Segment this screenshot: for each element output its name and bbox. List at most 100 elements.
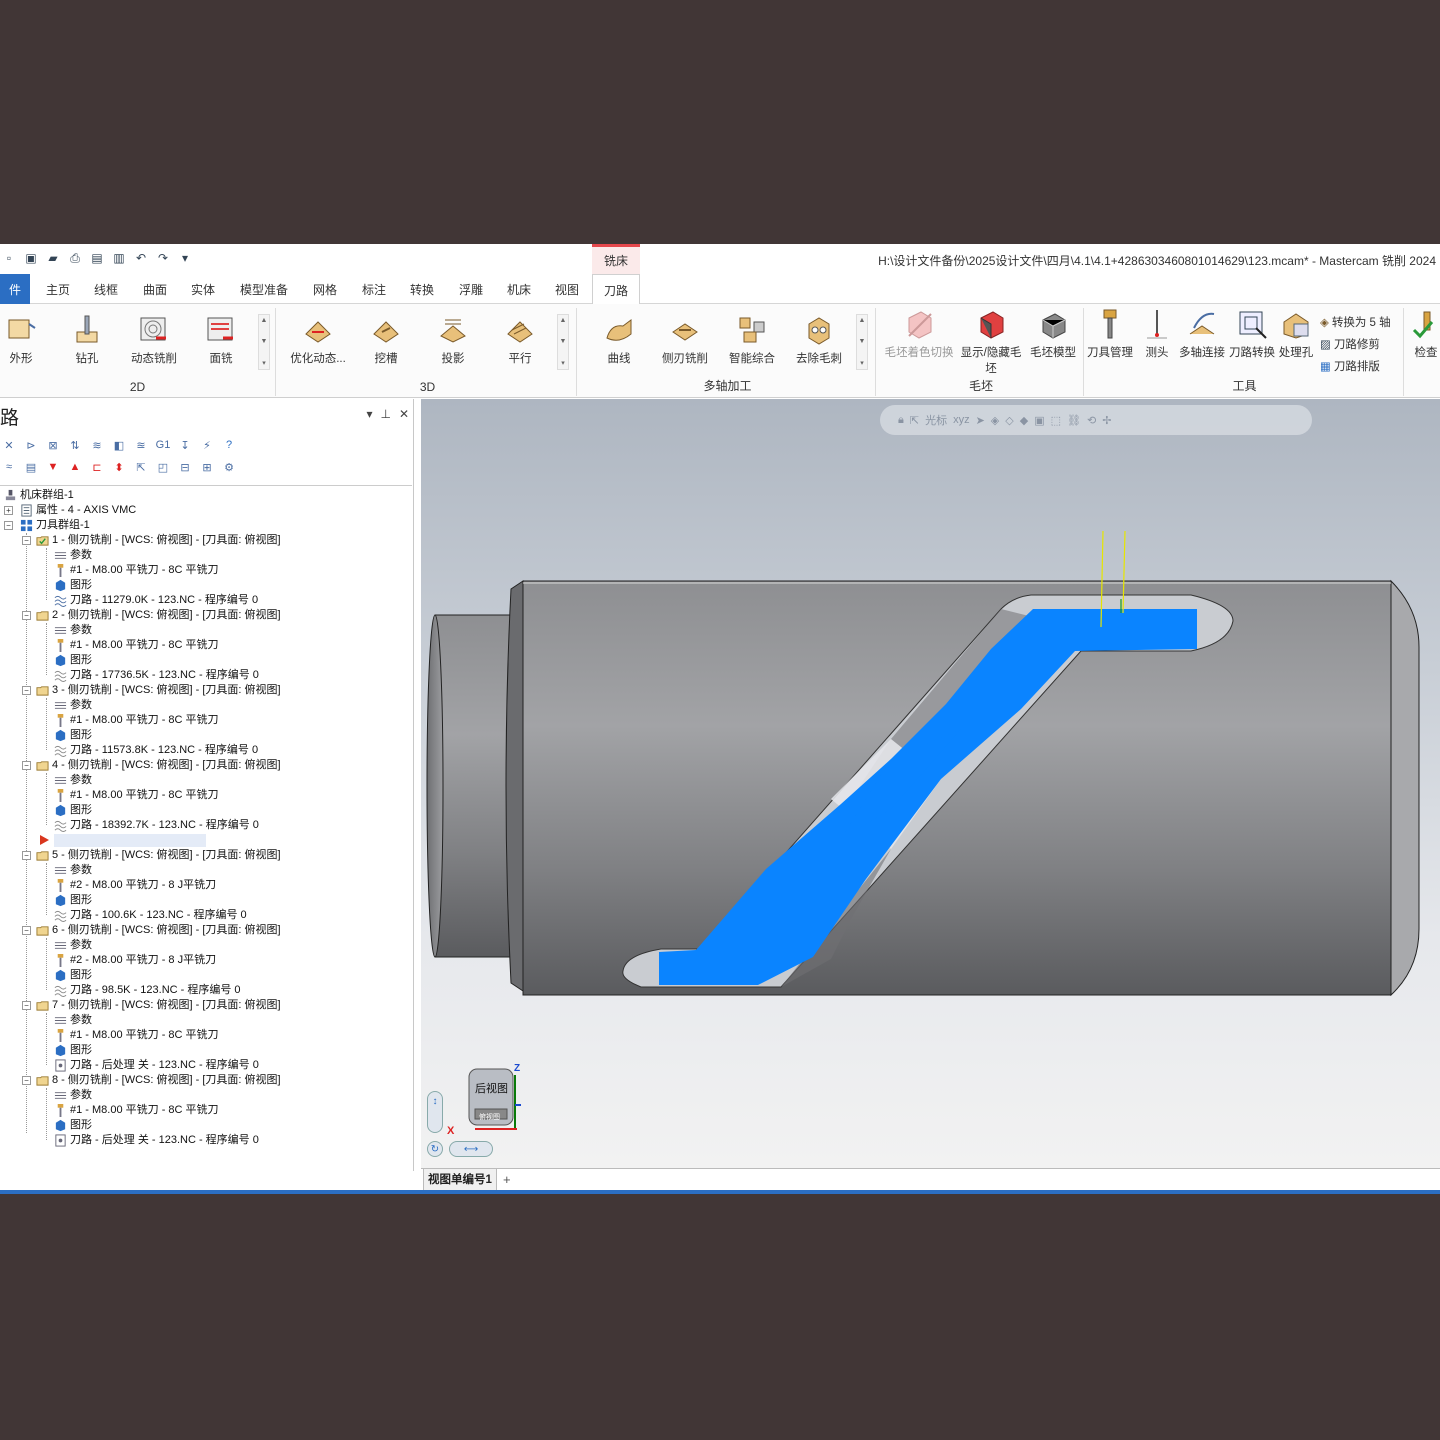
- geometry-node[interactable]: 图形: [54, 578, 92, 593]
- toolpath-node[interactable]: 刀路 - 100.6K - 123.NC - 程序编号 0: [54, 908, 247, 923]
- tab-transform[interactable]: 转换: [408, 274, 436, 304]
- swarf-button[interactable]: 侧刃铣削: [654, 314, 716, 366]
- gallery-scroll-3d[interactable]: ▲ ▼ ▾: [557, 314, 569, 370]
- collapse-op[interactable]: −: [22, 611, 31, 620]
- merge-icon[interactable]: ▥: [110, 250, 128, 266]
- expand-properties[interactable]: +: [4, 506, 13, 515]
- trim-toolpath-button[interactable]: ▨ 刀路修剪: [1320, 336, 1380, 352]
- toolgroup-node[interactable]: 刀具群组-1: [20, 518, 90, 533]
- drill-button[interactable]: 钻孔: [56, 314, 118, 366]
- show-hide-stock-button[interactable]: 显示/隐藏毛坯: [955, 308, 1027, 376]
- tool-node[interactable]: #1 - M8.00 平铣刀 - 8C 平铣刀: [54, 788, 219, 803]
- graphics-viewport[interactable]: 🔒︎ ⇱ 光标 xyz ➤ ◈ ◇ ◆ ▣ ⬚ ⛓ ⟲ ✢ 后视图 俯视图 Z …: [421, 399, 1440, 1168]
- post-icon[interactable]: ↧: [176, 437, 194, 453]
- view-cube[interactable]: 后视图 俯视图 Z X: [447, 1063, 521, 1137]
- geometry-node[interactable]: 图形: [54, 968, 92, 983]
- save-as-icon[interactable]: ▤: [88, 250, 106, 266]
- tab-machine[interactable]: 机床: [505, 274, 533, 304]
- viewsheet-tab[interactable]: 视图单编号1: [423, 1169, 497, 1191]
- settings-icon[interactable]: ⚙: [220, 459, 238, 475]
- tool-node[interactable]: #2 - M8.00 平铣刀 - 8 J平铣刀: [54, 878, 216, 893]
- undo-icon[interactable]: ↶: [132, 250, 150, 266]
- panel-menu-icon[interactable]: ▾: [366, 407, 372, 421]
- tab-home[interactable]: 主页: [44, 274, 72, 304]
- tab-mesh[interactable]: 网格: [311, 274, 339, 304]
- tool-node[interactable]: #1 - M8.00 平铣刀 - 8C 平铣刀: [54, 1028, 219, 1043]
- toolpath-node[interactable]: 刀路 - 17736.5K - 123.NC - 程序编号 0: [54, 668, 259, 683]
- toolpath-node[interactable]: 刀路 - 后处理 关 - 123.NC - 程序编号 0: [54, 1058, 259, 1073]
- regenerate-dirty-icon[interactable]: ⇅: [66, 437, 84, 453]
- toolpath-display-icon[interactable]: ⊞: [198, 459, 216, 475]
- collapse-op[interactable]: −: [22, 926, 31, 935]
- properties-node[interactable]: 属性 - 4 - AXIS VMC: [20, 503, 136, 518]
- toolpath-node[interactable]: 刀路 - 18392.7K - 123.NC - 程序编号 0: [54, 818, 259, 833]
- tool-node[interactable]: #1 - M8.00 平铣刀 - 8C 平铣刀: [54, 713, 219, 728]
- optimized-dynamic-button[interactable]: 优化动态...: [287, 314, 349, 366]
- tab-file[interactable]: 件: [0, 274, 30, 304]
- geometry-node[interactable]: 图形: [54, 803, 92, 818]
- parameters-node[interactable]: 参数: [54, 1088, 92, 1103]
- face-mill-button[interactable]: 面铣: [190, 314, 252, 366]
- parameters-node[interactable]: 参数: [54, 1013, 92, 1028]
- deburr-button[interactable]: 去除毛刺: [788, 314, 850, 366]
- operation-node[interactable]: 2 - 侧刃铣削 - [WCS: 俯视图] - [刀具面: 俯视图]: [36, 608, 281, 623]
- curve-button[interactable]: 曲线: [588, 314, 650, 366]
- tab-view[interactable]: 视图: [553, 274, 581, 304]
- geometry-node[interactable]: 图形: [54, 1118, 92, 1133]
- operation-node[interactable]: 7 - 侧刃铣削 - [WCS: 俯视图] - [刀具面: 俯视图]: [36, 998, 281, 1013]
- operation-node[interactable]: 4 - 侧刃铣削 - [WCS: 俯视图] - [刀具面: 俯视图]: [36, 758, 281, 773]
- collapse-op[interactable]: −: [22, 1076, 31, 1085]
- save-icon[interactable]: ▣: [22, 250, 40, 266]
- select-op-icon[interactable]: ⇱: [132, 459, 150, 475]
- check-button[interactable]: 检查: [1406, 308, 1440, 360]
- highfeed-icon[interactable]: ⚡: [198, 437, 216, 453]
- select-all-icon[interactable]: ✕: [0, 437, 18, 453]
- process-holes-button[interactable]: 处理孔: [1272, 308, 1320, 360]
- tab-model-prep[interactable]: 模型准备: [238, 274, 290, 304]
- parameters-node[interactable]: 参数: [54, 548, 92, 563]
- lock-icon[interactable]: ▤: [22, 459, 40, 475]
- parameters-node[interactable]: 参数: [54, 698, 92, 713]
- backplot-icon[interactable]: ≊: [132, 437, 150, 453]
- customize-qat-icon[interactable]: ▾: [176, 250, 194, 266]
- geometry-node[interactable]: 图形: [54, 653, 92, 668]
- help-icon[interactable]: ?: [220, 437, 238, 453]
- toggle-display-icon[interactable]: ≈: [0, 459, 18, 475]
- copy-icon[interactable]: ◰: [154, 459, 172, 475]
- nesting-button[interactable]: ▦ 刀路排版: [1320, 358, 1380, 374]
- new-file-icon[interactable]: ▫: [0, 250, 18, 266]
- open-icon[interactable]: ▰: [44, 250, 62, 266]
- tool-node[interactable]: #1 - M8.00 平铣刀 - 8C 平铣刀: [54, 638, 219, 653]
- close-icon[interactable]: ✕: [399, 407, 409, 421]
- geometry-node[interactable]: 图形: [54, 1043, 92, 1058]
- redo-icon[interactable]: ↷: [154, 250, 172, 266]
- probe-button[interactable]: 测头: [1132, 308, 1182, 360]
- pin-icon[interactable]: ⊥: [380, 407, 390, 421]
- toolpath-node[interactable]: 刀路 - 98.5K - 123.NC - 程序编号 0: [54, 983, 241, 998]
- print-icon[interactable]: ⎙: [66, 250, 84, 266]
- tab-surfaces[interactable]: 曲面: [141, 274, 169, 304]
- insert-arrow-down-icon[interactable]: ▼: [44, 459, 62, 475]
- move-up-down-icon[interactable]: ⬍: [110, 459, 128, 475]
- move-after-icon[interactable]: ⊏: [88, 459, 106, 475]
- pan-horizontal-icon[interactable]: ⟷: [449, 1141, 493, 1157]
- tab-toolpaths[interactable]: 刀路: [592, 274, 640, 305]
- tool-node[interactable]: #1 - M8.00 平铣刀 - 8C 平铣刀: [54, 563, 219, 578]
- toolpath-node[interactable]: 刀路 - 11279.0K - 123.NC - 程序编号 0: [54, 593, 258, 608]
- operation-node[interactable]: 3 - 侧刃铣削 - [WCS: 俯视图] - [刀具面: 俯视图]: [36, 683, 281, 698]
- tab-dimension[interactable]: 标注: [360, 274, 388, 304]
- insert-arrow-marker[interactable]: [40, 835, 49, 845]
- tab-solids[interactable]: 实体: [189, 274, 217, 304]
- collapse-toolgroup[interactable]: −: [4, 521, 13, 530]
- collapse-op[interactable]: −: [22, 851, 31, 860]
- parameters-node[interactable]: 参数: [54, 938, 92, 953]
- collapse-op[interactable]: −: [22, 686, 31, 695]
- parallel-button[interactable]: 平行: [489, 314, 551, 366]
- unified-button[interactable]: 智能综合: [721, 314, 783, 366]
- display-options-icon[interactable]: ⊟: [176, 459, 194, 475]
- g1-icon[interactable]: G1: [154, 437, 172, 453]
- tool-node[interactable]: #2 - M8.00 平铣刀 - 8 J平铣刀: [54, 953, 216, 968]
- verify-icon[interactable]: ◧: [110, 437, 128, 453]
- add-viewsheet-button[interactable]: +: [503, 1169, 511, 1191]
- regenerate-icon[interactable]: ⊠: [44, 437, 62, 453]
